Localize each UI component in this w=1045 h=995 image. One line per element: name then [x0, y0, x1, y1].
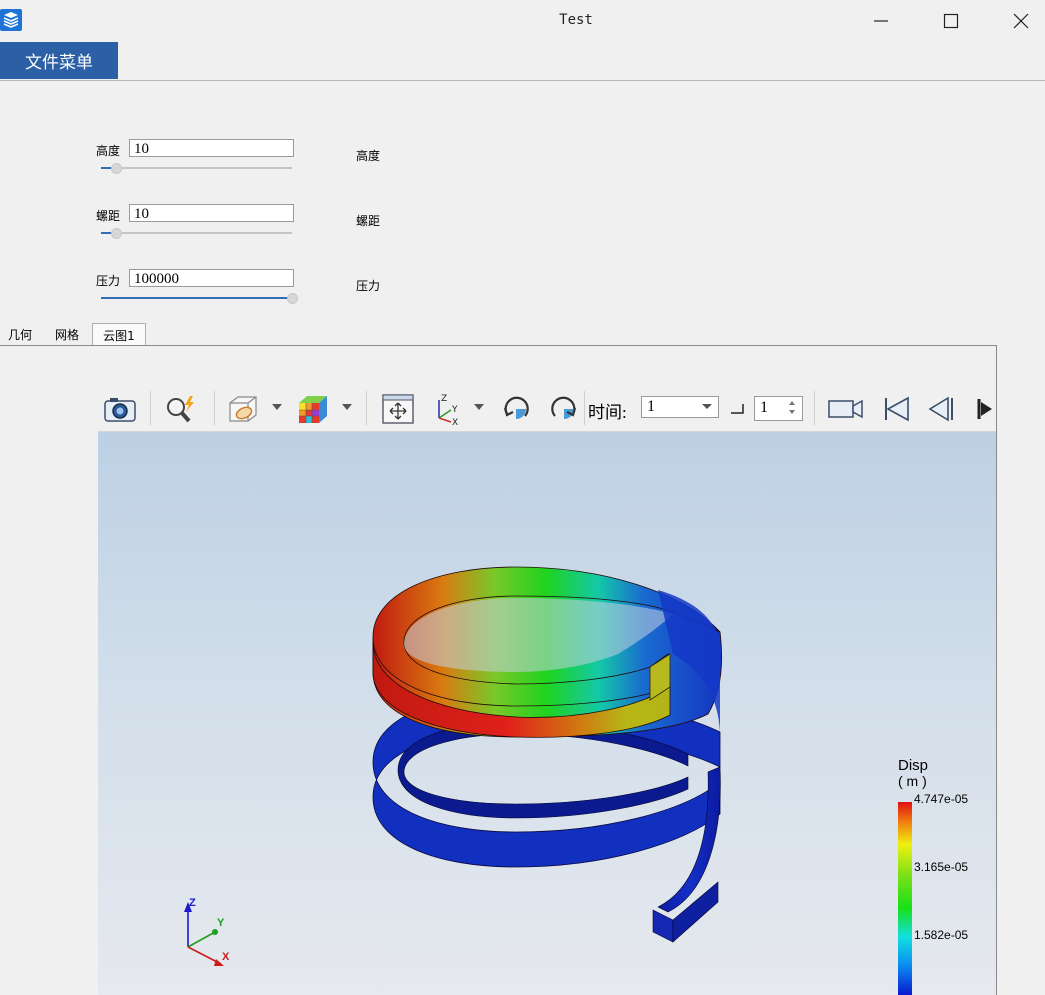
height-slider-handle[interactable] — [111, 163, 122, 174]
rotate-cw-icon[interactable] — [498, 392, 534, 426]
color-cube-icon[interactable] — [294, 392, 330, 426]
triad-z-label: Z — [189, 897, 196, 909]
triad-y-label: Y — [217, 917, 225, 929]
height-slider-track[interactable] — [101, 167, 292, 169]
spring-model: Disp ( m ) 4.747e-05 3.165e-05 1.582e-05… — [184, 566, 968, 995]
chevron-down-icon — [702, 404, 712, 409]
step-marker-icon — [730, 400, 744, 414]
pressure-label: 压力 — [96, 274, 121, 288]
file-menu-button[interactable]: 文件菜单 — [0, 42, 118, 79]
viewer-toolbar: Z Y X 时间: 1 1 — [98, 386, 996, 432]
orientation-triad: Z Y X — [184, 897, 230, 966]
fit-view-icon[interactable] — [380, 392, 416, 426]
rotate-ccw-icon[interactable] — [546, 392, 582, 426]
height-input[interactable]: 10 — [129, 139, 294, 157]
legend-unit: ( m ) — [898, 773, 927, 789]
height-side-label: 高度 — [356, 149, 381, 163]
legend-colorbar — [898, 802, 912, 995]
record-video-icon[interactable] — [826, 392, 866, 426]
first-frame-icon[interactable] — [878, 392, 914, 426]
svg-text:Z: Z — [441, 394, 447, 404]
camera-icon[interactable] — [102, 392, 138, 426]
pressure-slider-handle[interactable] — [287, 293, 298, 304]
zoom-icon[interactable] — [162, 392, 198, 426]
pressure-slider-fill — [101, 297, 292, 299]
maximize-button[interactable] — [916, 0, 986, 42]
toolbar-separator — [366, 391, 367, 425]
next-frame-icon[interactable] — [976, 398, 994, 420]
pitch-label: 螺距 — [96, 209, 121, 223]
tab-mesh[interactable]: 网格 — [46, 323, 88, 345]
spin-down-icon[interactable] — [789, 410, 795, 414]
tab-contour-1[interactable]: 云图1 — [92, 323, 146, 346]
legend-mid-label: 3.165e-05 — [914, 860, 968, 874]
axes-view-icon[interactable]: Z Y X — [428, 392, 464, 426]
minimize-button[interactable] — [846, 0, 916, 42]
title-bar: Test — [0, 0, 1045, 42]
toolbar-separator — [814, 391, 815, 425]
close-button[interactable] — [986, 0, 1045, 42]
triad-x-label: X — [222, 951, 230, 963]
pitch-slider-handle[interactable] — [111, 228, 122, 239]
toolbar-separator — [214, 391, 215, 425]
render-viewport[interactable]: Disp ( m ) 4.747e-05 3.165e-05 1.582e-05… — [98, 432, 996, 995]
time-select[interactable]: 1 — [641, 396, 719, 418]
svg-text:X: X — [452, 418, 458, 426]
display-mode-icon[interactable] — [224, 392, 260, 426]
pressure-side-label: 压力 — [356, 279, 381, 293]
chevron-down-icon[interactable] — [272, 404, 282, 410]
chevron-down-icon[interactable] — [474, 404, 484, 410]
step-spinbox-value: 1 — [760, 399, 768, 416]
pressure-input[interactable]: 100000 — [129, 269, 294, 287]
pitch-input[interactable]: 10 — [129, 204, 294, 222]
menu-divider — [0, 80, 1045, 81]
step-spinbox[interactable]: 1 — [754, 396, 803, 421]
legend-low-label: 1.582e-05 — [914, 928, 968, 942]
chevron-down-icon[interactable] — [342, 404, 352, 410]
prev-frame-icon[interactable] — [924, 392, 960, 426]
svg-text:Y: Y — [451, 405, 458, 415]
height-label: 高度 — [96, 144, 121, 158]
tab-geometry[interactable]: 几何 — [0, 323, 40, 345]
legend-max-label: 4.747e-05 — [914, 792, 968, 806]
time-label: 时间: — [588, 403, 627, 422]
time-select-value: 1 — [647, 398, 655, 415]
pitch-side-label: 螺距 — [356, 214, 381, 228]
spin-up-icon[interactable] — [789, 401, 795, 405]
toolbar-separator — [584, 391, 585, 425]
pitch-slider-track[interactable] — [101, 232, 292, 234]
legend-title: Disp — [898, 757, 928, 774]
toolbar-separator — [150, 391, 151, 425]
